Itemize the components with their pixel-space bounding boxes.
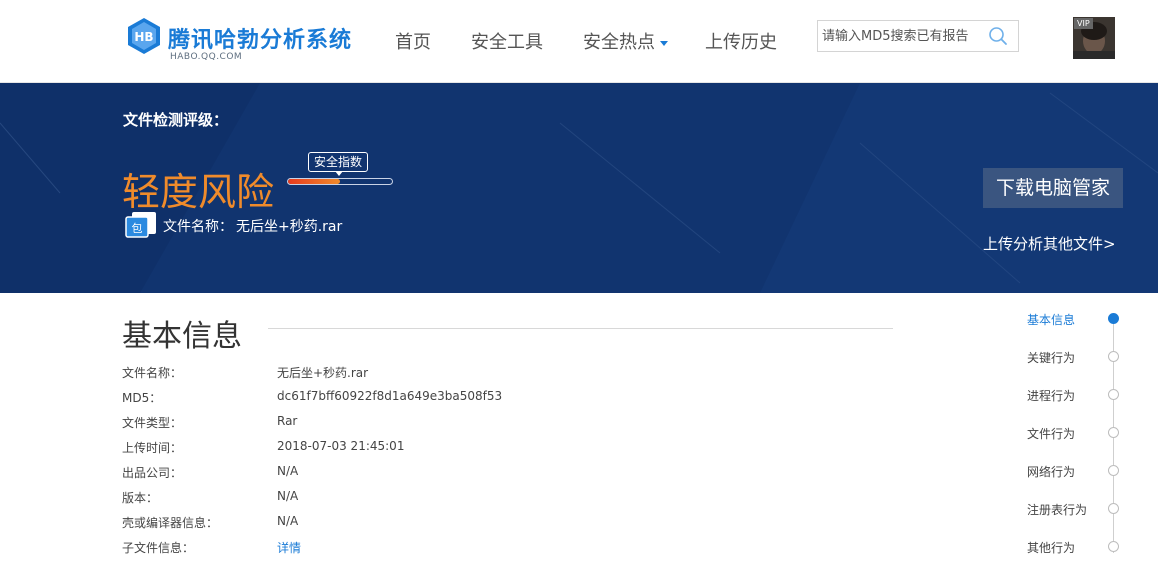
info-value: N/A [277, 514, 299, 528]
md5-search-box [817, 20, 1019, 52]
logo-subtitle: HABO.QQ.COM [170, 52, 243, 62]
info-key: MD5： [122, 391, 162, 405]
md5-search-input[interactable] [818, 21, 988, 51]
timeline-label: 进程行为 [1027, 389, 1076, 403]
timeline-dot-icon [1108, 351, 1119, 362]
search-icon[interactable] [988, 26, 1008, 46]
file-name-label: 文件名称： [163, 219, 233, 235]
section-divider [268, 328, 893, 329]
timeline-item-process-behavior[interactable]: 进程行为 [1027, 387, 1127, 407]
info-value: N/A [277, 464, 299, 478]
info-key: 版本： [122, 491, 159, 505]
svg-text:HB: HB [134, 30, 153, 44]
nav-home[interactable]: 首页 [395, 28, 431, 54]
timeline-dot-icon [1108, 541, 1119, 552]
nav-security-tools[interactable]: 安全工具 [471, 28, 543, 54]
info-value: 无后坐+秒药.rar [277, 366, 369, 380]
safety-index-bar [287, 178, 393, 185]
user-avatar[interactable]: VIP [1073, 17, 1115, 59]
timeline-label: 文件行为 [1027, 427, 1076, 441]
grade-label: 文件检测评级： [123, 111, 229, 129]
info-value: dc61f7bff60922f8d1a649e3ba508f53 [277, 389, 503, 403]
sub-file-details-link[interactable]: 详情 [277, 539, 301, 556]
info-value: N/A [277, 489, 299, 503]
info-key: 出品公司： [122, 466, 183, 480]
nav-security-hotspots[interactable]: 安全热点 [583, 28, 668, 54]
info-value: Rar [277, 414, 298, 428]
timeline-item-basic-info[interactable]: 基本信息 [1027, 311, 1127, 331]
safety-index-fill [288, 179, 340, 184]
timeline-dot-icon [1108, 503, 1119, 514]
info-key: 子文件信息： [122, 541, 195, 555]
timeline-dot-icon [1108, 389, 1119, 400]
vip-badge: VIP [1074, 18, 1093, 29]
timeline-item-key-behavior[interactable]: 关键行为 [1027, 349, 1127, 369]
habo-logo[interactable]: HB 腾讯哈勃分析系统 HABO.QQ.COM [124, 14, 364, 66]
basic-info-title: 基本信息 [122, 319, 242, 354]
timeline-dot-icon [1108, 465, 1119, 476]
habo-logo-icon: HB [128, 18, 160, 54]
file-name-value: 无后坐+秒药.rar [236, 219, 343, 235]
risk-level-text: 轻度风险 [122, 170, 275, 214]
nav-upload-history[interactable]: 上传历史 [705, 28, 777, 54]
safety-index-pointer-icon [335, 171, 343, 176]
archive-file-icon: 包 [125, 212, 156, 238]
nav-security-hotspots-label: 安全热点 [583, 32, 655, 53]
caret-down-icon [660, 40, 668, 46]
timeline-item-registry-behavior[interactable]: 注册表行为 [1027, 501, 1127, 521]
timeline-dot-icon [1108, 427, 1119, 438]
timeline-label: 基本信息 [1027, 313, 1076, 327]
download-pc-manager-button[interactable]: 下载电脑管家 [983, 168, 1123, 208]
safety-index-tag: 安全指数 [308, 152, 369, 172]
timeline-label: 注册表行为 [1027, 503, 1088, 517]
timeline-dot-icon [1108, 313, 1119, 324]
info-key: 文件名称： [122, 366, 183, 380]
info-key: 壳或编译器信息： [122, 516, 219, 530]
timeline-item-network-behavior[interactable]: 网络行为 [1027, 463, 1127, 483]
info-value: 2018-07-03 21:45:01 [277, 439, 405, 453]
archive-file-icon-glyph: 包 [132, 222, 143, 235]
top-header: HB 腾讯哈勃分析系统 HABO.QQ.COM 首页 安全工具 安全热点 上传历… [0, 0, 1158, 83]
risk-banner: 文件检测评级： 轻度风险 安全指数 包 文件名称： 无后坐+秒药.rar 下载电… [0, 83, 1158, 293]
logo-title: 腾讯哈勃分析系统 [168, 28, 353, 53]
timeline-item-other-behavior[interactable]: 其他行为 [1027, 539, 1127, 559]
timeline-label: 网络行为 [1027, 465, 1076, 479]
timeline-label: 其他行为 [1027, 541, 1076, 555]
timeline-label: 关键行为 [1027, 351, 1076, 365]
timeline-item-file-behavior[interactable]: 文件行为 [1027, 425, 1127, 445]
info-key: 文件类型： [122, 416, 183, 430]
info-key: 上传时间： [122, 441, 183, 455]
upload-other-file-link[interactable]: 上传分析其他文件> [983, 233, 1116, 254]
